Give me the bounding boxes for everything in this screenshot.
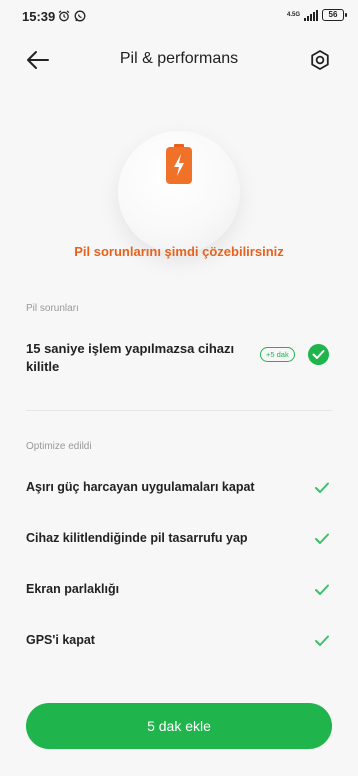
optimized-item-text: Ekran parlaklığı	[26, 582, 120, 596]
section-divider	[26, 410, 332, 411]
checkmark-icon	[312, 350, 325, 359]
add-time-button[interactable]: 5 dak ekle	[26, 703, 332, 749]
optimized-item-text: Cihaz kilitlendiğinde pil tasarrufu yap	[26, 531, 248, 545]
page-title: Pil & performans	[119, 50, 239, 67]
alarm-icon	[58, 10, 70, 22]
optimized-section-label: Optimize edildi	[26, 441, 92, 452]
checkmark-icon	[315, 584, 329, 595]
time-bonus-badge: +5 dak	[260, 347, 295, 362]
optimized-item-gps: GPS'i kapat	[26, 632, 334, 652]
optimized-item-lock-saver: Cihaz kilitlendiğinde pil tasarrufu yap	[26, 530, 334, 550]
whatsapp-icon	[74, 10, 86, 22]
issues-section-label: Pil sorunları	[26, 303, 79, 314]
issue-row-auto-lock[interactable]: 15 saniye işlem yapılmazsa cihazı kilitl…	[26, 340, 334, 376]
optimized-item-text: Aşırı güç harcayan uygulamaları kapat	[26, 480, 255, 494]
app-header: Pil & performans	[0, 40, 358, 80]
status-right-group: 4.5G 56	[286, 9, 347, 21]
battery-performance-screen: 15:39 4.5G 56 Pil & performans Pil sorun…	[0, 0, 358, 776]
signal-icon	[304, 9, 318, 21]
checkmark-icon	[315, 482, 329, 493]
battery-issue-message: Pil sorunlarını şimdi çözebilirsiniz	[74, 244, 284, 259]
status-bar: 15:39 4.5G 56	[0, 0, 358, 32]
checkmark-icon	[315, 533, 329, 544]
issue-text: 15 saniye işlem yapılmazsa cihazı kilitl…	[26, 341, 235, 374]
battery-status-icon: 56	[322, 9, 347, 21]
settings-gear-icon[interactable]	[308, 48, 332, 72]
issue-checkbox[interactable]	[308, 344, 329, 365]
network-type: 4.5G	[286, 12, 300, 18]
checkmark-icon	[315, 635, 329, 646]
optimized-item-text: GPS'i kapat	[26, 633, 95, 647]
optimized-item-power-hungry-apps: Aşırı güç harcayan uygulamaları kapat	[26, 479, 334, 499]
battery-charging-icon	[166, 144, 192, 184]
optimized-item-brightness: Ekran parlaklığı	[26, 581, 334, 601]
status-time: 15:39	[22, 9, 56, 24]
